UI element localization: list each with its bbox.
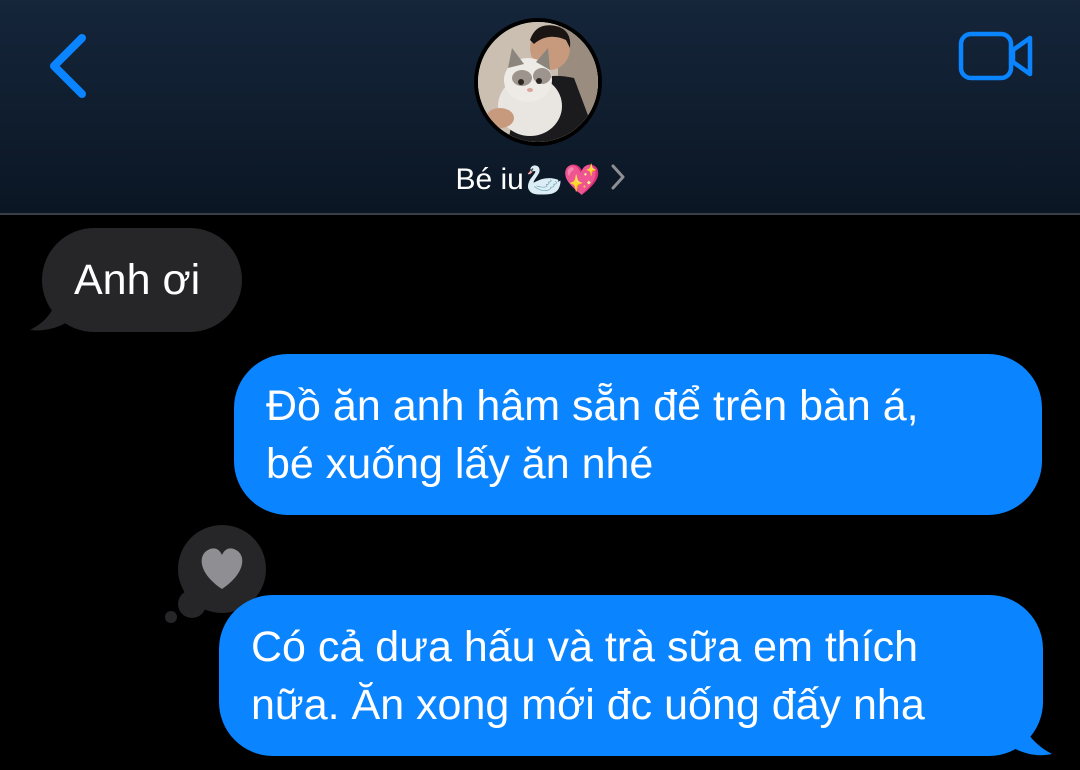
message-bubble-sent[interactable]: Đồ ăn anh hâm sẵn để trên bàn á, bé xuốn…: [234, 354, 1042, 515]
message-bubble-received[interactable]: Anh ơi: [42, 228, 242, 332]
message-text-line: Có cả dưa hấu và trà sữa em thích: [251, 623, 919, 671]
message-bubble-sent[interactable]: Có cả dưa hấu và trà sữa em thích nữa. Ă…: [219, 595, 1043, 756]
message-text-line: nữa. Ăn xong mới đc uống đấy nha: [251, 681, 925, 729]
chevron-right-icon: [611, 159, 625, 203]
contact-name-button[interactable]: Bé iu🦢💖: [0, 158, 1080, 202]
message-text-line: bé xuống lấy ăn nhé: [266, 440, 654, 488]
contact-avatar[interactable]: [474, 18, 602, 146]
messages-screen: Bé iu🦢💖 Anh ơi Đồ ăn anh hâm sẵn để trên…: [0, 0, 1080, 770]
facetime-video-button[interactable]: [958, 30, 1034, 82]
video-camera-icon: [958, 31, 1033, 81]
conversation-header: Bé iu🦢💖: [0, 0, 1080, 215]
reaction-bubble-dot: [165, 611, 177, 623]
message-text-line: Đồ ăn anh hâm sẵn để trên bàn á,: [266, 382, 919, 430]
message-text: Anh ơi: [74, 256, 201, 304]
back-button[interactable]: [40, 30, 96, 102]
chevron-left-icon: [50, 34, 86, 98]
contact-emoji: 🦢💖: [525, 164, 601, 198]
avatar-photo: [478, 22, 598, 142]
contact-name: Bé iu: [455, 163, 524, 196]
